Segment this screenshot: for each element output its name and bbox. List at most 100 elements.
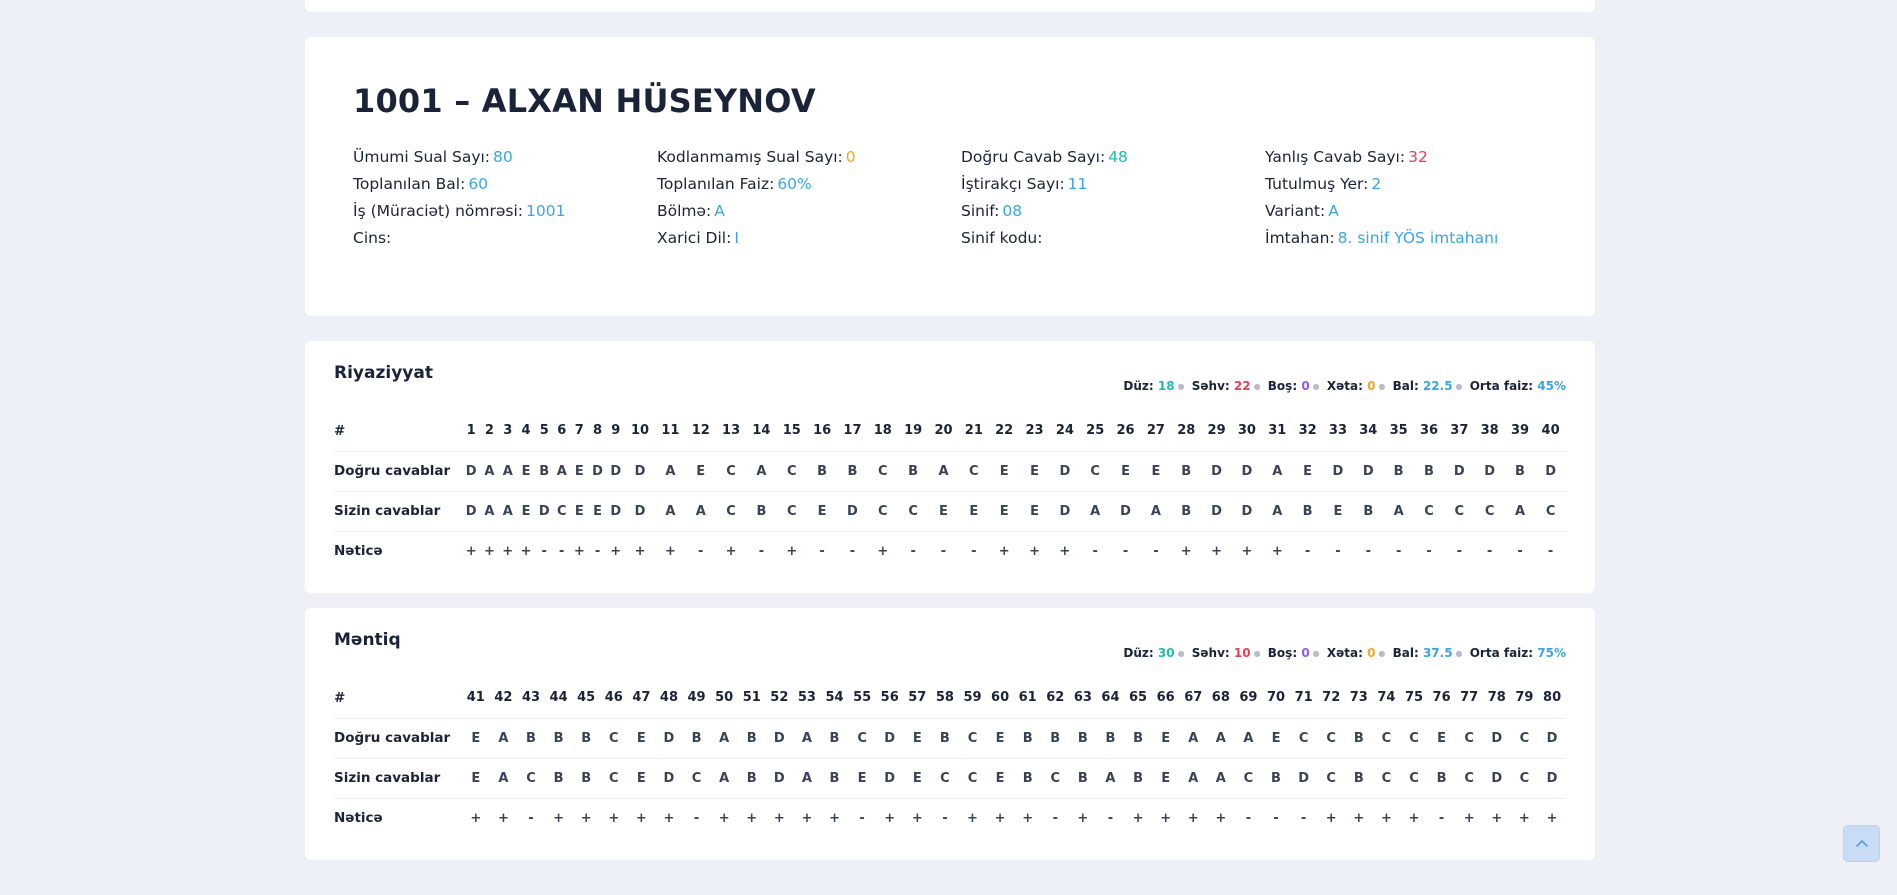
your-answer: A <box>793 758 821 799</box>
subject-card-mentiq: Məntiq Düz: 30 ● Səhv: 10 ● Boş: 0 ● Xəta: … <box>305 608 1595 860</box>
result-mark: - <box>1092 543 1098 559</box>
correct-answer: E <box>903 718 932 759</box>
info-value: A <box>714 201 725 220</box>
question-number: 35 <box>1383 411 1414 452</box>
correct-answer: D <box>1322 451 1354 492</box>
correct-answer: C <box>1289 718 1318 759</box>
answers-table: #1 2 3 4 5 6 7 8 9 10 11 12 13 14 15 16 17 18 19 20 21 22 23 24… <box>334 411 1566 571</box>
question-number: 75 <box>1400 678 1428 719</box>
info-label: Doğru Cavab Sayı: <box>961 147 1106 166</box>
question-number: 73 <box>1345 678 1373 719</box>
info-value: 48 <box>1108 147 1128 166</box>
correct-answer: B <box>682 718 711 759</box>
duz-label: Düz: <box>1123 646 1154 660</box>
your-answer: B <box>1345 758 1373 799</box>
result-mark: + <box>635 810 647 826</box>
your-answer: C <box>682 758 711 799</box>
result-mark: - <box>1335 543 1341 559</box>
question-number-row: #41 42 43 44 45 46 47 48 49 50 51 52 53 54 55 56 57 58 59 6… <box>334 678 1566 719</box>
result-mark: + <box>634 543 646 559</box>
correct-answer: B <box>1383 451 1414 492</box>
info-item: Variant: A <box>1265 198 1569 225</box>
question-number: 72 <box>1317 678 1345 719</box>
correct-answer: E <box>462 718 490 759</box>
your-answer: C <box>517 758 545 799</box>
correct-answer: C <box>958 718 987 759</box>
your-answer: A <box>685 491 716 532</box>
xeta-label: Xəta: <box>1326 379 1363 393</box>
info-value: 80 <box>493 147 513 166</box>
correct-answer: A <box>553 451 571 492</box>
row-label: # <box>334 678 462 719</box>
info-item: Cins: <box>353 225 657 252</box>
result-mark: - <box>594 543 601 559</box>
info-value: I <box>734 228 739 247</box>
result-mark: + <box>580 810 592 826</box>
info-label: Kodlanmamış Sual Sayı: <box>657 147 843 166</box>
question-number: 38 <box>1474 411 1505 452</box>
result-mark: - <box>940 543 947 559</box>
question-number: 63 <box>1069 678 1097 719</box>
correct-answer: B <box>544 718 573 759</box>
correct-answer: E <box>1019 451 1050 492</box>
result-mark: + <box>1187 810 1199 826</box>
question-number: 47 <box>627 678 656 719</box>
correct-answer: B <box>1504 451 1536 492</box>
your-answer: D <box>1049 491 1081 532</box>
your-answer: C <box>867 491 898 532</box>
correct-answer: D <box>765 718 794 759</box>
question-number: 20 <box>928 411 959 452</box>
your-answer: A <box>1207 758 1235 799</box>
scroll-to-top-button[interactable] <box>1843 825 1880 862</box>
result-mark: + <box>497 810 509 826</box>
correct-answer: D <box>1474 451 1505 492</box>
correct-answer: D <box>606 451 625 492</box>
correct-answer: A <box>1234 718 1263 759</box>
question-number: 80 <box>1538 678 1566 719</box>
your-answer: E <box>462 758 490 799</box>
correct-answer: A <box>498 451 517 492</box>
your-answer: C <box>715 491 747 532</box>
question-number: 17 <box>837 411 868 452</box>
result-mark: - <box>971 543 977 559</box>
correct-answer: D <box>1353 451 1384 492</box>
correct-answer: B <box>1345 718 1373 759</box>
question-number: 7 <box>570 411 589 452</box>
your-answer: D <box>655 758 683 799</box>
correct-answer: D <box>1444 451 1475 492</box>
result-mark: + <box>1546 810 1558 826</box>
question-number: 54 <box>820 678 849 719</box>
your-answer: D <box>535 491 554 532</box>
result-mark: - <box>1456 543 1463 559</box>
info-label: Yanlış Cavab Sayı: <box>1265 147 1406 166</box>
result-mark: + <box>994 810 1006 826</box>
correct-answer: C <box>867 451 898 492</box>
result-mark: + <box>884 810 896 826</box>
result-mark: - <box>693 810 700 826</box>
correct-answer: E <box>1140 451 1172 492</box>
bos-label: Boş: <box>1267 379 1298 393</box>
bos-label: Boş: <box>1267 646 1298 660</box>
info-item: Ümumi Sual Sayı: 80 <box>353 144 657 171</box>
xeta-label: Xəta: <box>1326 646 1363 660</box>
question-number-row: #1 2 3 4 5 6 7 8 9 10 11 12 13 14 15 16 17 18 19 20 21 22 23 24… <box>334 411 1566 452</box>
your-answer: D <box>606 491 625 532</box>
correct-answer: B <box>1096 718 1125 759</box>
your-answer: C <box>1400 758 1428 799</box>
correct-answer: C <box>776 451 807 492</box>
your-answer: A <box>655 491 686 532</box>
result-mark: + <box>1271 543 1283 559</box>
bal-value: 22.5 <box>1422 379 1453 393</box>
your-answer: D <box>1110 491 1141 532</box>
correct-answer: D <box>462 451 481 492</box>
result-mark: + <box>610 543 622 559</box>
result-mark: + <box>801 810 813 826</box>
question-number: 49 <box>682 678 711 719</box>
your-answer: E <box>516 491 536 532</box>
question-number: 24 <box>1049 411 1081 452</box>
correct-answer: A <box>1262 451 1293 492</box>
info-item: Tutulmuş Yer: 2 <box>1265 171 1569 198</box>
question-number: 31 <box>1262 411 1293 452</box>
result-row: Nəticə + + - + + + + + - + + + + + - + + - + + + - + - + + + + - - - + + +… <box>334 798 1566 838</box>
question-number: 39 <box>1504 411 1536 452</box>
